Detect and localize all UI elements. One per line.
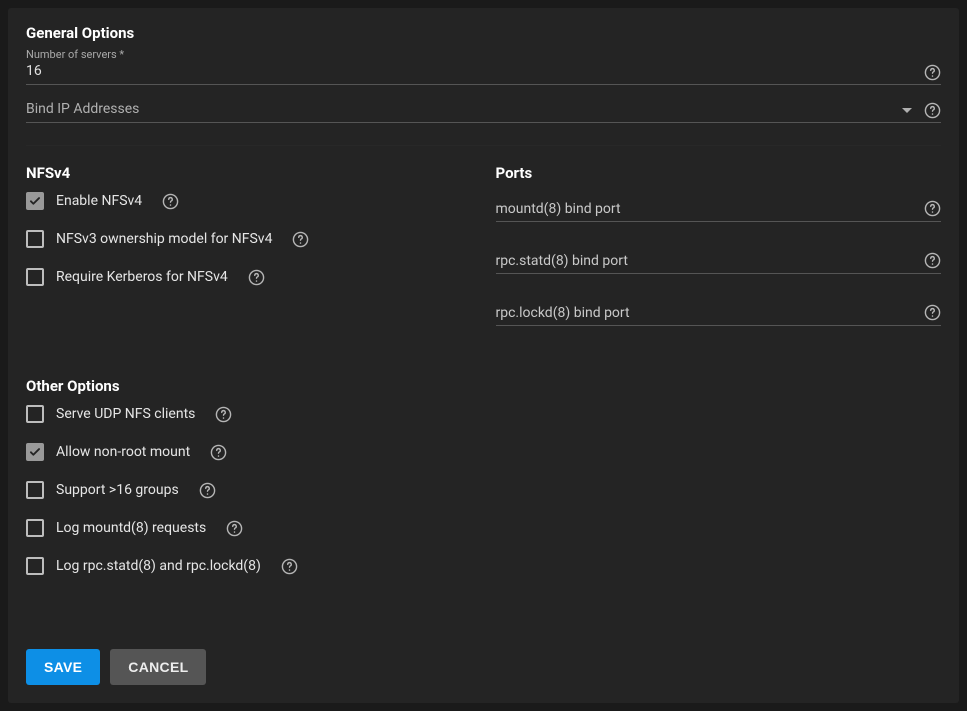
bind-ip-label: Bind IP Addresses [26,101,902,119]
chevron-down-icon[interactable] [902,108,912,113]
nfsv3-ownership-checkbox[interactable] [26,230,44,248]
footer-actions: SAVE CANCEL [26,649,206,685]
help-icon[interactable] [210,444,227,461]
lockd-port-label: rpc.lockd(8) bind port [496,305,917,321]
statd-port-label: rpc.statd(8) bind port [496,253,917,269]
general-heading: General Options [26,24,941,42]
other-section: Other Options Serve UDP NFS clients Allo… [26,377,941,575]
bind-ip-field[interactable]: Bind IP Addresses [26,101,941,123]
save-button[interactable]: SAVE [26,649,100,685]
support-16-groups-row[interactable]: Support >16 groups [26,481,941,499]
nfsv3-ownership-row[interactable]: NFSv3 ownership model for NFSv4 [26,230,472,248]
log-mountd-checkbox[interactable] [26,519,44,537]
help-icon[interactable] [924,304,941,321]
enable-nfsv4-checkbox[interactable] [26,192,44,210]
mountd-port-field[interactable]: mountd(8) bind port [496,196,942,222]
allow-nonroot-row[interactable]: Allow non-root mount [26,443,941,461]
serve-udp-row[interactable]: Serve UDP NFS clients [26,405,941,423]
enable-nfsv4-label: Enable NFSv4 [56,193,142,209]
statd-port-field[interactable]: rpc.statd(8) bind port [496,248,942,274]
help-icon[interactable] [924,64,941,81]
allow-nonroot-checkbox[interactable] [26,443,44,461]
ports-heading: Ports [496,164,942,182]
log-statd-label: Log rpc.statd(8) and rpc.lockd(8) [56,558,261,574]
allow-nonroot-label: Allow non-root mount [56,444,190,460]
help-icon[interactable] [199,482,216,499]
nfsv3-ownership-label: NFSv3 ownership model for NFSv4 [56,231,272,247]
log-statd-checkbox[interactable] [26,557,44,575]
serve-udp-checkbox[interactable] [26,405,44,423]
log-mountd-label: Log mountd(8) requests [56,520,206,536]
help-icon[interactable] [924,102,941,119]
enable-nfsv4-row[interactable]: Enable NFSv4 [26,192,472,210]
help-icon[interactable] [248,269,265,286]
nfsv4-section: NFSv4 Enable NFSv4 NFSv3 ownership model… [26,164,472,352]
serve-udp-label: Serve UDP NFS clients [56,406,195,422]
number-of-servers-field[interactable]: Number of servers * 16 [26,48,941,85]
lockd-port-field[interactable]: rpc.lockd(8) bind port [496,300,942,326]
cancel-button[interactable]: CANCEL [110,649,206,685]
ports-section: Ports mountd(8) bind port rpc.statd(8) b… [496,164,942,352]
mountd-port-label: mountd(8) bind port [496,201,917,217]
support-16-groups-checkbox[interactable] [26,481,44,499]
help-icon[interactable] [162,193,179,210]
nfs-ports-row: NFSv4 Enable NFSv4 NFSv3 ownership model… [26,145,941,352]
require-kerberos-label: Require Kerberos for NFSv4 [56,269,228,285]
help-icon[interactable] [924,252,941,269]
settings-panel: General Options Number of servers * 16 B… [8,8,959,703]
help-icon[interactable] [924,200,941,217]
number-of-servers-label: Number of servers * [26,48,941,61]
log-statd-row[interactable]: Log rpc.statd(8) and rpc.lockd(8) [26,557,941,575]
require-kerberos-row[interactable]: Require Kerberos for NFSv4 [26,268,472,286]
help-icon[interactable] [226,520,243,537]
require-kerberos-checkbox[interactable] [26,268,44,286]
help-icon[interactable] [281,558,298,575]
general-section: General Options Number of servers * 16 B… [26,24,941,123]
number-of-servers-value[interactable]: 16 [26,63,916,81]
help-icon[interactable] [292,231,309,248]
help-icon[interactable] [215,406,232,423]
nfsv4-heading: NFSv4 [26,164,472,182]
support-16-groups-label: Support >16 groups [56,482,179,498]
section-divider [8,358,959,359]
other-heading: Other Options [26,377,941,395]
log-mountd-row[interactable]: Log mountd(8) requests [26,519,941,537]
